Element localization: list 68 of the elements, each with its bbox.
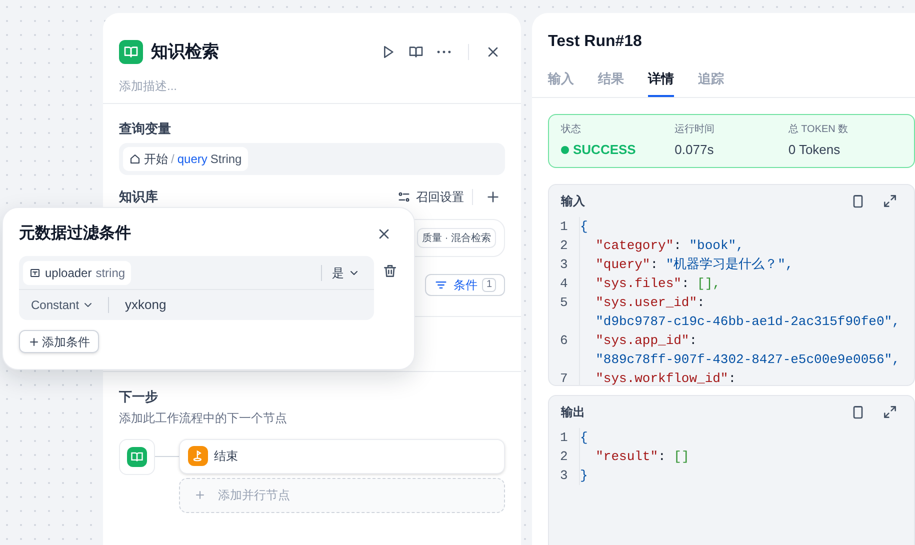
stat-value: 0.077s [674,141,714,160]
code-line: "sys.app_id": "889c78ff-907f-4302-8427-e5c00e9e0056", [579,331,914,369]
expand-icon [882,404,898,420]
variable-type: String [210,151,242,168]
stat-label: 运行时间 [674,122,715,138]
line-number: 3 [559,467,569,485]
panel-title: 输入 [561,192,585,210]
panel-title: Test Run#18 [548,32,642,50]
line-number: 2 [559,237,569,255]
code-line: "category": "book", [579,236,914,255]
add-condition-button[interactable]: 添加条件 [19,330,99,353]
variable-name: query [177,151,208,168]
trash-icon [382,263,398,279]
line-number: 3 [559,256,569,274]
code-line: { [579,217,914,236]
more-icon [437,50,451,54]
sliders-icon [397,190,411,204]
count-badge: 1 [482,278,496,292]
plus-icon [485,189,501,205]
retrieval-tag: 质量 · 混合检索 [417,228,496,248]
code-line: "sys.workflow_id": [579,369,914,385]
stat-label: 状态 [561,122,581,138]
line-number: 4 [559,275,569,293]
expand-icon [882,192,898,208]
popup-title: 元数据过滤条件 [19,224,131,244]
section-title: 下一步 [119,388,158,406]
next-node-card[interactable]: 结束 [179,438,505,474]
book-icon [119,40,143,64]
line-number: 2 [559,448,569,466]
section-label: 查询变量 [119,120,171,137]
code-line: } [579,466,914,485]
code-line: "query": "机器学习是什么？", [579,255,914,274]
home-icon [129,153,141,165]
line-number: 5 [559,294,569,312]
path-separator: / [171,151,174,168]
flag-icon [188,446,208,466]
variable-field[interactable]: 开始 / query String [119,143,505,175]
field-name: uploader [45,264,92,282]
section-label: 知识库 [119,188,158,206]
panel-title: 输出 [561,404,585,420]
field-type: string [96,264,126,282]
plus-icon [28,336,40,348]
tab[interactable]: 详情 [648,63,674,97]
plus-icon [194,489,206,501]
book-icon [408,44,424,60]
code-line: "sys.files": [], [579,274,914,293]
recall-settings-button[interactable]: 召回设置 [397,188,464,206]
stat-label: 总 TOKEN 数 [788,122,848,138]
line-number: 1 [559,429,569,447]
node-source: 开始 [144,151,168,168]
line-number: 7 [559,370,569,385]
stat-value: SUCCESS [573,141,636,160]
condition-button[interactable]: 条件 1 [425,274,505,296]
value-type-dropdown[interactable]: Constant [19,296,108,314]
code-line: { [579,428,914,447]
line-number: 6 [559,332,569,350]
value-field[interactable]: yxkong [125,295,326,315]
stat-value: 0 Tokens [788,141,840,160]
book-icon [127,446,147,466]
section-description: 添加此工作流程中的下一个节点 [119,410,287,426]
code-line: "sys.user_id": "d9bc9787-c19c-46bb-ae1d-2ac315f90fe0", [579,293,914,331]
code-line: "result": [] [579,447,914,466]
delete-button[interactable] [382,263,398,279]
line-number: 1 [559,218,569,236]
node-name: 结束 [214,448,238,465]
node-title: 知识检索 [151,40,219,63]
operator-dropdown[interactable]: 是 [322,264,370,282]
field-icon [29,266,41,278]
